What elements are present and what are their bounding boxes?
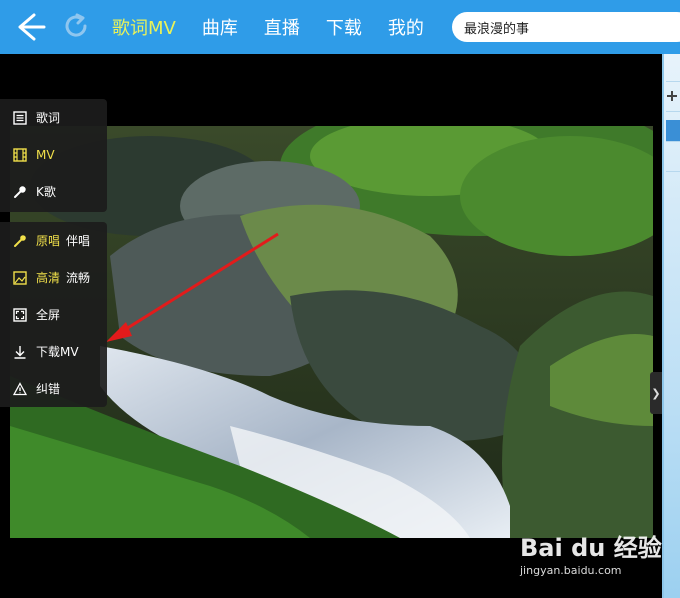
menu-item-mv[interactable]: MV [0,136,107,173]
menu-item-lyrics[interactable]: 歌词 [0,99,107,136]
menu-label: 高清 [36,271,61,285]
menu-item-quality[interactable]: 高清 流畅 [0,259,107,296]
watermark-logo: Bai du 经验 [520,534,662,562]
menu-label: MV [36,147,55,162]
refresh-button[interactable] [62,12,90,40]
menu-label: 下载MV [36,345,79,359]
menu-label: 原唱 [36,234,61,248]
menu-label-alt: 伴唱 [66,234,91,248]
menu-item-fullscreen[interactable]: 全屏 [0,296,107,333]
plus-icon [667,91,677,101]
refresh-icon [65,13,87,37]
right-panel [662,54,680,598]
menu-label-alt: 流畅 [66,271,91,285]
menu-item-download-mv[interactable]: 下载MV [0,333,107,370]
search-box [452,12,680,42]
download-icon [12,344,28,360]
collapse-panel-handle[interactable]: ❯ [650,372,662,414]
nav-download[interactable]: 下载 [326,14,362,40]
nav-mine[interactable]: 我的 [388,14,424,40]
watermark: Bai du 经验 jingyan.baidu.com [520,528,670,588]
nav-lyrics-mv[interactable]: 歌词MV [112,14,176,40]
main-nav: 歌词MV 曲库 直播 下载 我的 [112,0,450,54]
menu-label: 歌词 [36,111,61,125]
vocal-switch-icon [12,233,28,249]
menu-item-report-error[interactable]: 纠错 [0,370,107,407]
right-panel-add-button[interactable] [666,90,680,112]
menu-label: 全屏 [36,308,61,322]
right-panel-row[interactable] [666,150,680,172]
menu-item-vocal-switch[interactable]: 原唱 伴唱 [0,222,107,259]
menu-item-karaoke[interactable]: K歌 [0,173,107,210]
right-panel-row[interactable] [666,60,680,82]
microphone-icon [12,184,28,200]
side-menu-actions: 原唱 伴唱 高清 流畅 全屏 下载MV 纠错 [0,222,107,407]
back-button[interactable] [14,11,46,43]
film-icon [12,147,28,163]
menu-label: K歌 [36,185,56,199]
side-menu-view-modes: 歌词 MV K歌 [0,99,107,212]
lyrics-icon [12,110,28,126]
back-arrow-icon [18,13,46,41]
nav-live[interactable]: 直播 [264,14,300,40]
fullscreen-icon [12,307,28,323]
top-bar: 歌词MV 曲库 直播 下载 我的 [0,0,680,54]
chevron-right-icon: ❯ [651,386,661,400]
quality-icon [12,270,28,286]
menu-label: 纠错 [36,382,61,396]
right-panel-selected-row[interactable] [666,120,680,142]
warning-icon [12,381,28,397]
nav-library[interactable]: 曲库 [202,14,238,40]
search-input[interactable] [464,19,664,35]
watermark-url: jingyan.baidu.com [520,564,622,577]
